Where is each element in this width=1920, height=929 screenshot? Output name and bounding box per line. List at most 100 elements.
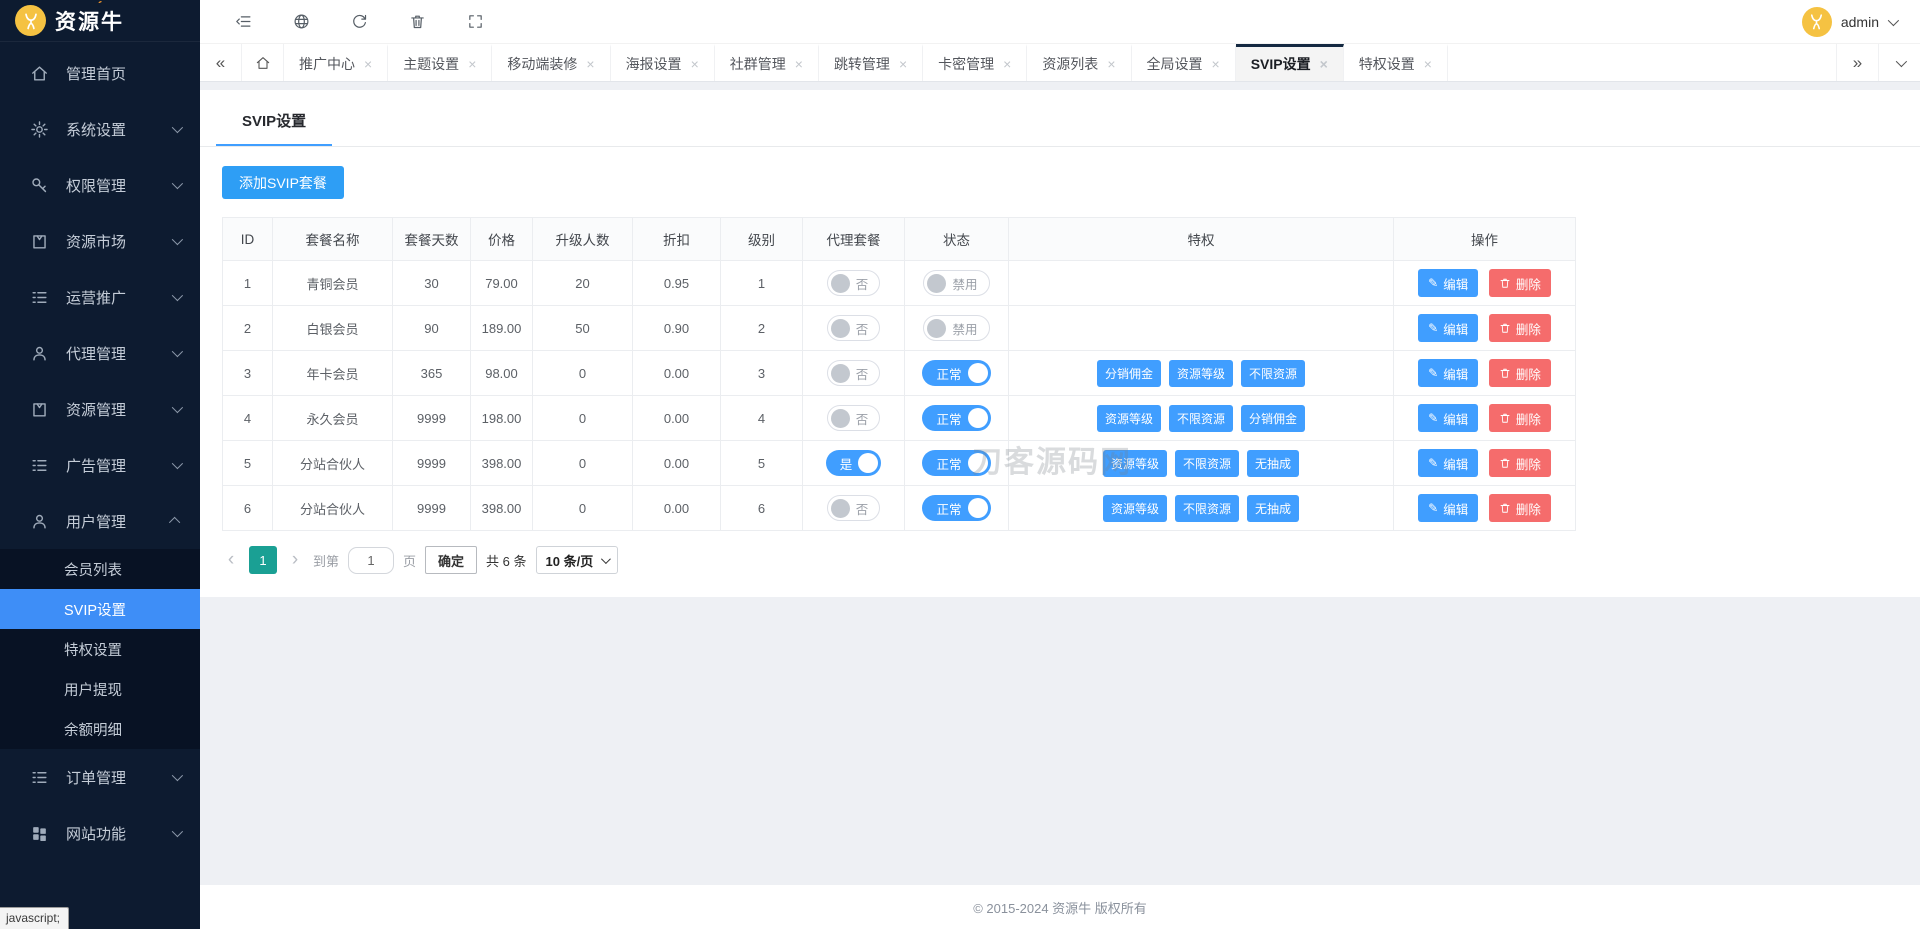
submenu-item-privilege-settings[interactable]: 特权设置	[0, 629, 200, 669]
close-icon[interactable]: ×	[1424, 56, 1432, 72]
privilege-badge: 无抽成	[1247, 449, 1300, 477]
sidebar-item-site-features[interactable]: 网站功能	[0, 805, 200, 861]
caret-down-icon	[601, 553, 612, 564]
status-toggle[interactable]: 正常	[922, 495, 991, 521]
collapse-menu-icon[interactable]	[214, 0, 272, 44]
tab-card-key-manage[interactable]: 卡密管理 ×	[923, 44, 1028, 81]
delete-button[interactable]: 删除	[1488, 359, 1551, 387]
trash-icon[interactable]	[388, 0, 446, 44]
sidebar-item-agents[interactable]: 代理管理	[0, 325, 200, 381]
submenu-item-svip-settings[interactable]: SVIP设置	[0, 589, 200, 629]
status-toggle[interactable]: 禁用	[923, 270, 990, 296]
prev-page-button[interactable]: ‹	[222, 549, 240, 571]
globe-icon[interactable]	[272, 0, 330, 44]
trash-icon	[1500, 458, 1510, 468]
delete-button[interactable]: 删除	[1488, 494, 1551, 522]
cell-privileges	[1008, 260, 1394, 306]
submenu-item-member-list[interactable]: 会员列表	[0, 549, 200, 589]
edit-button[interactable]: ✎ 编辑	[1418, 314, 1479, 342]
tab-poster-settings[interactable]: 海报设置 ×	[611, 44, 715, 81]
cell-level: 3	[720, 350, 803, 396]
status-toggle[interactable]: 正常	[922, 405, 991, 431]
close-icon[interactable]: ×	[468, 56, 476, 72]
sidebar-item-orders[interactable]: 订单管理	[0, 749, 200, 805]
toggle-knob	[967, 453, 988, 473]
cell-discount: 0.95	[632, 260, 721, 306]
refresh-icon[interactable]	[330, 0, 388, 44]
agent-toggle[interactable]: 否	[826, 315, 881, 341]
sidebar-item-dashboard[interactable]: 管理首页	[0, 45, 200, 101]
fullscreen-icon[interactable]	[446, 0, 504, 44]
next-page-button[interactable]: ›	[286, 549, 304, 571]
tab-svip-settings[interactable]: SVIP设置 ×	[1235, 44, 1344, 81]
card-tab-svip[interactable]: SVIP设置	[216, 103, 333, 146]
privilege-badge: 不限资源	[1174, 449, 1239, 477]
cell-days: 9999	[392, 485, 471, 531]
agent-toggle[interactable]: 否	[826, 270, 881, 296]
tabbar: « 推广中心 × 主题设置 × 移动端装修 × 海报设置 × 社群管理 × 跳转管理 × 卡…	[200, 44, 1920, 82]
sidebar-item-system[interactable]: 系统设置	[0, 101, 200, 157]
brand-logo[interactable]: 资源牛 ˊ	[0, 0, 200, 42]
submenu-item-balance-detail[interactable]: 余额明细	[0, 709, 200, 749]
close-icon[interactable]: ×	[1320, 56, 1328, 72]
edit-button[interactable]: ✎ 编辑	[1418, 449, 1479, 477]
sidebar-menu: 管理首页 系统设置 权限管理 资源市场 运营推广 代理管理 资源管理 广告管理 …	[0, 42, 200, 929]
cell-price: 189.00	[470, 305, 533, 351]
user-menu[interactable]: admin	[1801, 6, 1920, 37]
page-size-select[interactable]: 10 条/页	[535, 546, 619, 574]
close-icon[interactable]: ×	[691, 56, 699, 72]
chevron-down-icon	[171, 177, 184, 190]
sidebar-item-resource-market[interactable]: 资源市场	[0, 213, 200, 269]
agent-toggle[interactable]: 否	[826, 405, 881, 431]
status-toggle[interactable]: 正常	[922, 360, 991, 386]
page-input[interactable]	[348, 546, 395, 574]
sidebar-item-permissions[interactable]: 权限管理	[0, 157, 200, 213]
close-icon[interactable]: ×	[364, 56, 372, 72]
confirm-page-button[interactable]: 确定	[425, 546, 478, 574]
tab-promotion-center[interactable]: 推广中心 ×	[284, 44, 389, 81]
tab-redirect-manage[interactable]: 跳转管理 ×	[819, 44, 924, 81]
tab-theme-settings[interactable]: 主题设置 ×	[388, 44, 493, 81]
agent-toggle[interactable]: 是	[825, 450, 882, 476]
sidebar-item-ads[interactable]: 广告管理	[0, 437, 200, 493]
close-icon[interactable]: ×	[586, 56, 594, 72]
delete-button[interactable]: 删除	[1488, 449, 1551, 477]
agent-toggle[interactable]: 否	[826, 495, 881, 521]
close-icon[interactable]: ×	[795, 56, 803, 72]
delete-button[interactable]: 删除	[1488, 314, 1551, 342]
page-number-active[interactable]: 1	[249, 546, 277, 574]
edit-button[interactable]: ✎ 编辑	[1418, 494, 1479, 522]
edit-button[interactable]: ✎ 编辑	[1418, 404, 1479, 432]
tab-mobile-decoration[interactable]: 移动端装修 ×	[492, 44, 611, 81]
home-tab-icon[interactable]	[242, 44, 284, 81]
tab-community-manage[interactable]: 社群管理 ×	[715, 44, 819, 81]
tab-privilege-settings[interactable]: 特权设置 ×	[1344, 44, 1448, 81]
cell-price: 398.00	[470, 485, 533, 531]
scroll-tabs-left-button[interactable]: «	[200, 44, 242, 81]
edit-button[interactable]: ✎ 编辑	[1418, 269, 1479, 297]
agent-toggle[interactable]: 否	[826, 360, 881, 386]
tab-options-dropdown[interactable]	[1878, 44, 1920, 81]
sidebar-item-resource-manage[interactable]: 资源管理	[0, 381, 200, 437]
submenu-item-withdrawals[interactable]: 用户提现	[0, 669, 200, 709]
close-icon[interactable]: ×	[899, 56, 907, 72]
close-icon[interactable]: ×	[1003, 56, 1011, 72]
tab-resource-list[interactable]: 资源列表 ×	[1027, 44, 1132, 81]
chevron-down-icon	[171, 345, 184, 358]
scroll-tabs-right-button[interactable]: »	[1836, 44, 1878, 81]
sidebar-item-operation[interactable]: 运营推广	[0, 269, 200, 325]
privilege-badge: 资源等级	[1168, 359, 1233, 387]
edit-button[interactable]: ✎ 编辑	[1418, 359, 1479, 387]
close-icon[interactable]: ×	[1212, 56, 1220, 72]
delete-button[interactable]: 删除	[1488, 404, 1551, 432]
cell-discount: 0.00	[632, 395, 721, 441]
cell-level: 1	[720, 260, 803, 306]
tab-global-settings[interactable]: 全局设置 ×	[1132, 44, 1236, 81]
status-toggle[interactable]: 禁用	[923, 315, 990, 341]
add-svip-package-button[interactable]: 添加SVIP套餐	[222, 166, 344, 199]
status-toggle[interactable]: 正常	[922, 450, 991, 476]
close-icon[interactable]: ×	[1107, 56, 1115, 72]
delete-button[interactable]: 删除	[1488, 269, 1551, 297]
sidebar-item-users[interactable]: 用户管理	[0, 493, 200, 549]
